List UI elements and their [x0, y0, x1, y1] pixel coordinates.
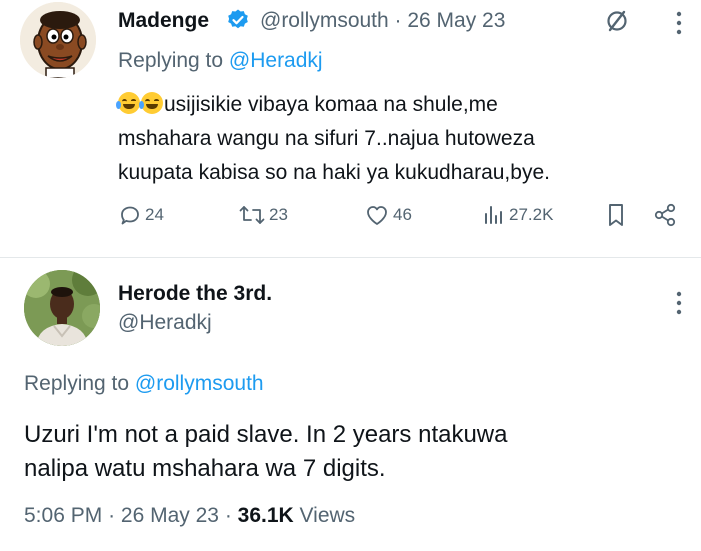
more-vertical-icon[interactable] — [674, 288, 684, 318]
views-count[interactable]: 36.1K — [238, 504, 294, 527]
dot-separator: · — [394, 9, 408, 32]
bookmark-button[interactable] — [604, 200, 628, 230]
views-button[interactable]: 27.2K — [482, 200, 553, 230]
tweet-time[interactable]: 5:06 PM — [24, 504, 102, 527]
author-name[interactable]: Madenge — [118, 9, 209, 33]
tweet-reply-madenge[interactable]: Madenge @rollymsouth · 26 May 23 Replyin… — [0, 0, 701, 257]
avatar-madenge[interactable] — [20, 2, 96, 78]
tears-of-joy-emoji-icon — [116, 92, 140, 114]
tweet-body: Uzuri I'm not a paid slave. In 2 years n… — [24, 418, 684, 486]
reply-count: 24 — [145, 205, 164, 224]
retweet-button[interactable]: 23 — [238, 200, 288, 230]
tears-of-joy-emoji-icon — [139, 92, 163, 114]
tweet-body-line: kuupata kabisa so na haki ya kukudharau,… — [118, 161, 550, 184]
replying-prefix: Replying to — [24, 372, 130, 395]
author-name[interactable]: Herode the 3rd. — [118, 282, 272, 306]
tweet-actions: 24 23 46 27.2K — [118, 200, 688, 230]
tweet-body-line: nalipa watu mshahara wa 7 digits. — [24, 455, 386, 482]
share-button[interactable] — [652, 200, 678, 230]
author-handle[interactable]: @Heradkj — [118, 311, 212, 335]
view-count: 27.2K — [509, 205, 554, 224]
replying-to-mention[interactable]: @Heradkj — [229, 49, 323, 72]
cartoon-avatar-image — [20, 2, 96, 78]
avatar-herode[interactable] — [24, 270, 100, 346]
verified-badge-icon — [228, 9, 248, 29]
author-handle[interactable]: @rollymsouth — [260, 9, 389, 32]
tweet-body: usijisikie vibaya komaa na shule,me msha… — [116, 88, 688, 190]
tweet-body-text: usijisikie vibaya komaa na shule,me — [164, 93, 498, 116]
like-button[interactable]: 46 — [364, 200, 412, 230]
tweet-body-line: usijisikie vibaya komaa na shule,me — [116, 88, 688, 122]
replying-to-line: Replying to @Heradkj — [118, 49, 323, 73]
slash-circle-icon[interactable] — [604, 8, 630, 34]
tweet-main-herode: Herode the 3rd. @Heradkj Replying to @ro… — [0, 258, 701, 551]
tweet-body-line: mshahara wangu na sifuri 7..najua hutowe… — [118, 127, 535, 150]
replying-to-mention[interactable]: @rollymsouth — [135, 372, 264, 395]
handle-and-date[interactable]: @rollymsouth · 26 May 23 — [260, 9, 505, 33]
profile-photo-image — [24, 270, 100, 346]
dot-separator: · — [108, 504, 116, 527]
heart-icon — [367, 206, 387, 225]
bar-chart-icon — [485, 206, 502, 224]
bookmark-icon — [609, 204, 623, 226]
share-icon — [654, 203, 676, 227]
tweet-meta: 5:06 PM · 26 May 23 · 36.1K Views — [24, 504, 355, 528]
reply-bubble-icon — [121, 206, 139, 225]
retweet-count: 23 — [269, 205, 288, 224]
tweet-date[interactable]: 26 May 23 — [407, 9, 505, 32]
replying-to-line: Replying to @rollymsouth — [24, 372, 264, 396]
views-label: Views — [299, 504, 356, 527]
tweet-date[interactable]: 26 May 23 — [121, 504, 219, 527]
like-count: 46 — [393, 205, 412, 224]
dot-separator: · — [224, 504, 232, 527]
tweet-body-line: Uzuri I'm not a paid slave. In 2 years n… — [24, 421, 508, 448]
reply-button[interactable]: 24 — [118, 200, 164, 230]
retweet-icon — [239, 206, 265, 224]
replying-prefix: Replying to — [118, 49, 224, 72]
more-vertical-icon[interactable] — [674, 8, 684, 38]
